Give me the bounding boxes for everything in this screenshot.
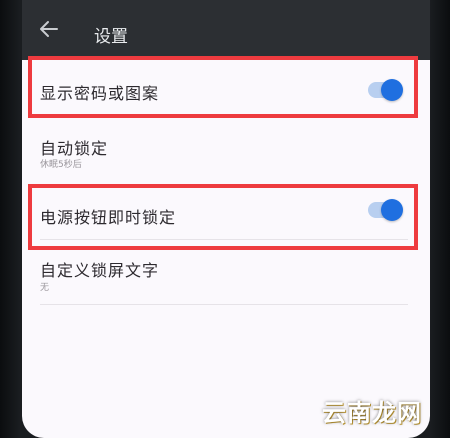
setting-auto-lock[interactable]: 自动锁定 休眠5秒后 <box>22 125 430 185</box>
highlight-box <box>28 56 418 118</box>
highlight-box <box>28 184 418 250</box>
setting-sublabel: 无 <box>40 283 50 293</box>
app-bar: 设置 <box>22 0 430 60</box>
setting-label: 自定义锁屏文字 <box>40 261 160 280</box>
phone-frame: 设置 显示密码或图案 自动锁定 休眠5秒后 电源按钮即时锁定 自定义锁屏文字 无 <box>0 0 450 438</box>
divider <box>40 304 408 305</box>
page-title: 设置 <box>94 27 128 47</box>
setting-lock-screen-text[interactable]: 自定义锁屏文字 无 <box>22 245 430 305</box>
watermark: 云南龙网 <box>322 399 422 427</box>
back-arrow-icon[interactable] <box>38 18 64 44</box>
setting-sublabel: 休眠5秒后 <box>40 160 82 170</box>
setting-label: 自动锁定 <box>40 139 109 158</box>
